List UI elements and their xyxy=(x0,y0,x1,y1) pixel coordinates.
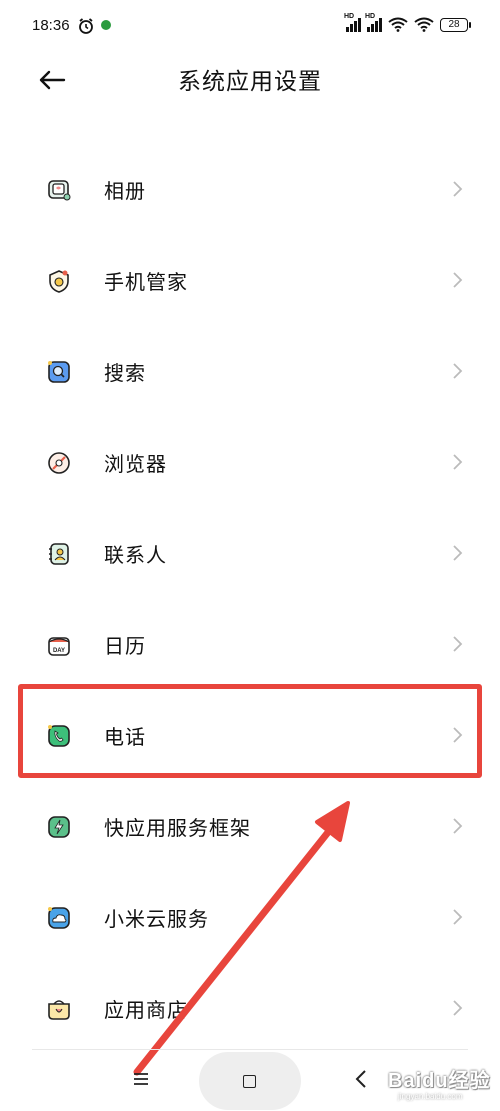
wifi-icon xyxy=(388,17,408,32)
item-label: 小米云服务 xyxy=(104,907,209,931)
settings-item-phone[interactable]: 电话 xyxy=(0,690,500,781)
chevron-right-icon xyxy=(453,363,463,379)
home-button[interactable] xyxy=(199,1052,301,1110)
chevron-right-icon xyxy=(453,181,463,197)
wifi-icon xyxy=(414,17,434,32)
chevron-right-icon xyxy=(453,818,463,834)
phone-icon xyxy=(48,725,70,747)
calendar-icon-text: DAY xyxy=(53,648,65,654)
search-icon xyxy=(48,361,70,383)
app-notification-icon xyxy=(101,20,111,30)
menu-icon[interactable] xyxy=(130,1068,152,1090)
signal-hd-icon: HD xyxy=(344,13,361,32)
chevron-right-icon xyxy=(453,909,463,925)
page-title: 系统应用设置 xyxy=(178,69,322,95)
security-icon xyxy=(49,270,69,293)
calendar-icon: DAY xyxy=(48,637,70,656)
status-right: HD HD 28 xyxy=(344,13,471,32)
settings-item-contacts[interactable]: 联系人 xyxy=(0,508,500,599)
alarm-icon xyxy=(79,18,93,34)
status-bar: 18:36 HD HD 28 xyxy=(0,0,500,56)
settings-list: 相册 手机管家 搜索 浏览器 联系人 DAY 日历 电话 快应用服务框架 小米云… xyxy=(0,144,500,1054)
home-icon xyxy=(243,1075,256,1088)
item-label: 快应用服务框架 xyxy=(104,816,251,840)
chevron-right-icon xyxy=(453,636,463,652)
browser-icon xyxy=(48,452,70,474)
nav-bar xyxy=(0,1050,500,1111)
settings-item-gallery[interactable]: 相册 xyxy=(0,144,500,235)
item-label: 浏览器 xyxy=(104,452,167,476)
chevron-right-icon xyxy=(453,1000,463,1016)
app-store-icon xyxy=(48,1000,70,1020)
settings-item-cloud[interactable]: 小米云服务 xyxy=(0,872,500,963)
chevron-right-icon xyxy=(453,727,463,743)
settings-item-security[interactable]: 手机管家 xyxy=(0,235,500,326)
battery-icon: 28 xyxy=(440,17,471,32)
settings-item-quick-app[interactable]: 快应用服务框架 xyxy=(0,781,500,872)
gallery-icon xyxy=(48,180,71,201)
settings-item-app-store[interactable]: 应用商店 xyxy=(0,963,500,1054)
chevron-right-icon xyxy=(453,272,463,288)
item-label: 应用商店 xyxy=(104,998,188,1022)
chevron-right-icon xyxy=(453,454,463,470)
item-label: 搜索 xyxy=(104,361,146,385)
header: 系统应用设置 xyxy=(0,56,500,104)
item-label: 相册 xyxy=(104,179,146,203)
item-label: 电话 xyxy=(104,725,146,749)
signal-hd-icon: HD xyxy=(365,13,382,32)
item-label: 联系人 xyxy=(104,543,167,567)
contacts-icon xyxy=(49,543,69,565)
item-label: 日历 xyxy=(104,634,146,658)
settings-item-calendar[interactable]: DAY 日历 xyxy=(0,599,500,690)
settings-item-browser[interactable]: 浏览器 xyxy=(0,417,500,508)
cloud-icon xyxy=(48,907,70,929)
status-time: 18:36 xyxy=(32,17,70,34)
item-label: 手机管家 xyxy=(104,270,188,294)
back-icon[interactable] xyxy=(352,1068,370,1090)
chevron-right-icon xyxy=(453,545,463,561)
quick-app-icon xyxy=(48,816,70,838)
settings-item-search[interactable]: 搜索 xyxy=(0,326,500,417)
